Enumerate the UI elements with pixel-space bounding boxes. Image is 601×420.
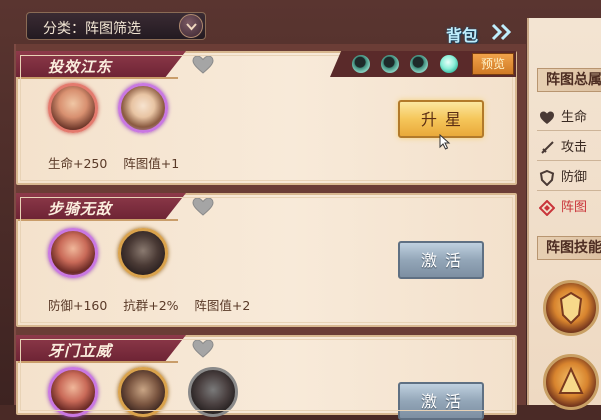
formation-name: 牙门立威 [48, 342, 113, 360]
hero-avatar[interactable] [118, 367, 168, 417]
skill-icon[interactable] [543, 354, 599, 410]
star-orb [381, 55, 399, 73]
formation-bonus: 防御+160 抗群+2% 阵图值+2 [48, 298, 251, 313]
filter-dropdown[interactable]: 分类：阵图筛选 [26, 12, 206, 40]
sword-icon [541, 140, 554, 154]
star-orb [352, 55, 370, 73]
heart-icon [540, 111, 554, 124]
right-panel: 阵图总属 生命 攻击 防御 阵图 阵图技能 [527, 18, 601, 410]
bag-link[interactable]: 背包 [446, 22, 478, 46]
stat-row: 生命 [539, 106, 587, 126]
activate-button[interactable]: 激活 [398, 241, 484, 279]
preview-button[interactable]: 预览 [472, 53, 514, 75]
hero-avatar[interactable] [48, 367, 98, 417]
heart-icon[interactable] [192, 55, 214, 79]
formation-card: 步骑无敌 防御+160 抗群+2% 阵图值+2 激活 [16, 193, 517, 327]
chevron-down-icon[interactable] [179, 14, 203, 38]
banner-underline [18, 361, 178, 363]
stat-row: 防御 [539, 166, 587, 186]
skill-icon[interactable] [543, 280, 599, 336]
stat-row: 攻击 [539, 136, 587, 156]
stat-label: 阵图 [561, 200, 588, 215]
hero-avatar[interactable] [118, 83, 168, 133]
divider [537, 160, 601, 161]
divider [537, 190, 601, 191]
upgrade-star-button[interactable]: 升星 [398, 100, 484, 138]
stat-label: 生命 [561, 110, 588, 125]
stat-label: 防御 [561, 170, 588, 185]
stat-row: 阵图 [539, 196, 587, 216]
stat-label: 攻击 [561, 140, 588, 155]
star-orb [410, 55, 428, 73]
shield-icon [539, 169, 555, 186]
formation-skill-title: 阵图技能 [537, 236, 601, 260]
hero-avatar[interactable] [188, 367, 238, 417]
cursor-icon [439, 133, 451, 154]
double-arrow-right-icon[interactable] [490, 22, 514, 46]
banner-underline [18, 219, 178, 221]
activate-button[interactable]: 激活 [398, 382, 484, 420]
heart-icon[interactable] [192, 197, 214, 221]
banner-underline [18, 77, 178, 79]
hero-avatar[interactable] [48, 228, 98, 278]
divider [537, 130, 601, 131]
hero-avatar[interactable] [118, 228, 168, 278]
formation-bonus: 生命+250 阵图值+1 [48, 156, 180, 171]
total-attributes-title: 阵图总属 [537, 68, 601, 92]
hero-avatar[interactable] [48, 83, 98, 133]
formation-name: 步骑无敌 [48, 200, 113, 218]
formation-name: 投效江东 [48, 58, 113, 76]
heart-icon[interactable] [192, 339, 214, 363]
filter-label: 分类：阵图筛选 [43, 21, 141, 37]
star-orb-lit [440, 55, 458, 73]
formation-card: 牙门立威 激活 [16, 335, 517, 420]
diamond-icon [539, 199, 555, 216]
